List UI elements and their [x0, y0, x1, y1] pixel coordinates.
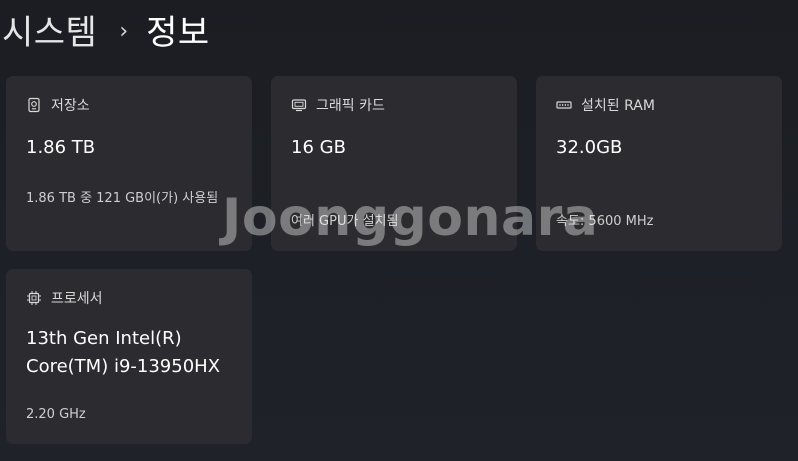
breadcrumb-system[interactable]: 시스템: [2, 5, 97, 54]
ram-card-header: 설치된 RAM: [556, 96, 655, 114]
graphics-card-header: 그래픽 카드: [291, 96, 385, 114]
graphics-card-title: 그래픽 카드: [316, 98, 385, 114]
graphics-card-value: 16 GB: [291, 137, 346, 158]
graphics-card[interactable]: 그래픽 카드 16 GB 여러 GPU가 설치됨: [271, 76, 517, 251]
processor-icon: [27, 291, 41, 305]
memory-icon: [556, 101, 572, 109]
processor-card-header: 프로세서: [26, 289, 103, 307]
breadcrumb-separator: ›: [119, 18, 129, 44]
page-title: 정보: [146, 12, 210, 53]
storage-card[interactable]: 저장소 1.86 TB 1.86 TB 중 121 GB이(가) 사용됨: [6, 76, 252, 251]
storage-card-value: 1.86 TB: [26, 137, 96, 158]
storage-card-header: 저장소: [26, 96, 90, 114]
ram-card-title: 설치된 RAM: [581, 98, 655, 114]
display-icon: [291, 99, 307, 112]
ram-card-subtext: 속도: 5600 MHz: [556, 214, 654, 229]
storage-card-title: 저장소: [51, 98, 90, 114]
processor-card-subtext: 2.20 GHz: [26, 407, 86, 422]
graphics-card-subtext: 여러 GPU가 설치됨: [291, 214, 399, 229]
processor-card[interactable]: 프로세서 13th Gen Intel(R) Core(TM) i9-13950…: [6, 269, 252, 444]
storage-card-subtext: 1.86 TB 중 121 GB이(가) 사용됨: [26, 191, 219, 206]
ram-card[interactable]: 설치된 RAM 32.0GB 속도: 5600 MHz: [536, 76, 782, 251]
ram-card-value: 32.0GB: [556, 137, 623, 158]
processor-card-title: 프로세서: [51, 291, 103, 307]
storage-icon: [28, 97, 40, 113]
processor-card-value: 13th Gen Intel(R) Core(TM) i9-13950HX: [26, 328, 221, 377]
breadcrumb: 시스템 › 정보: [2, 5, 210, 54]
